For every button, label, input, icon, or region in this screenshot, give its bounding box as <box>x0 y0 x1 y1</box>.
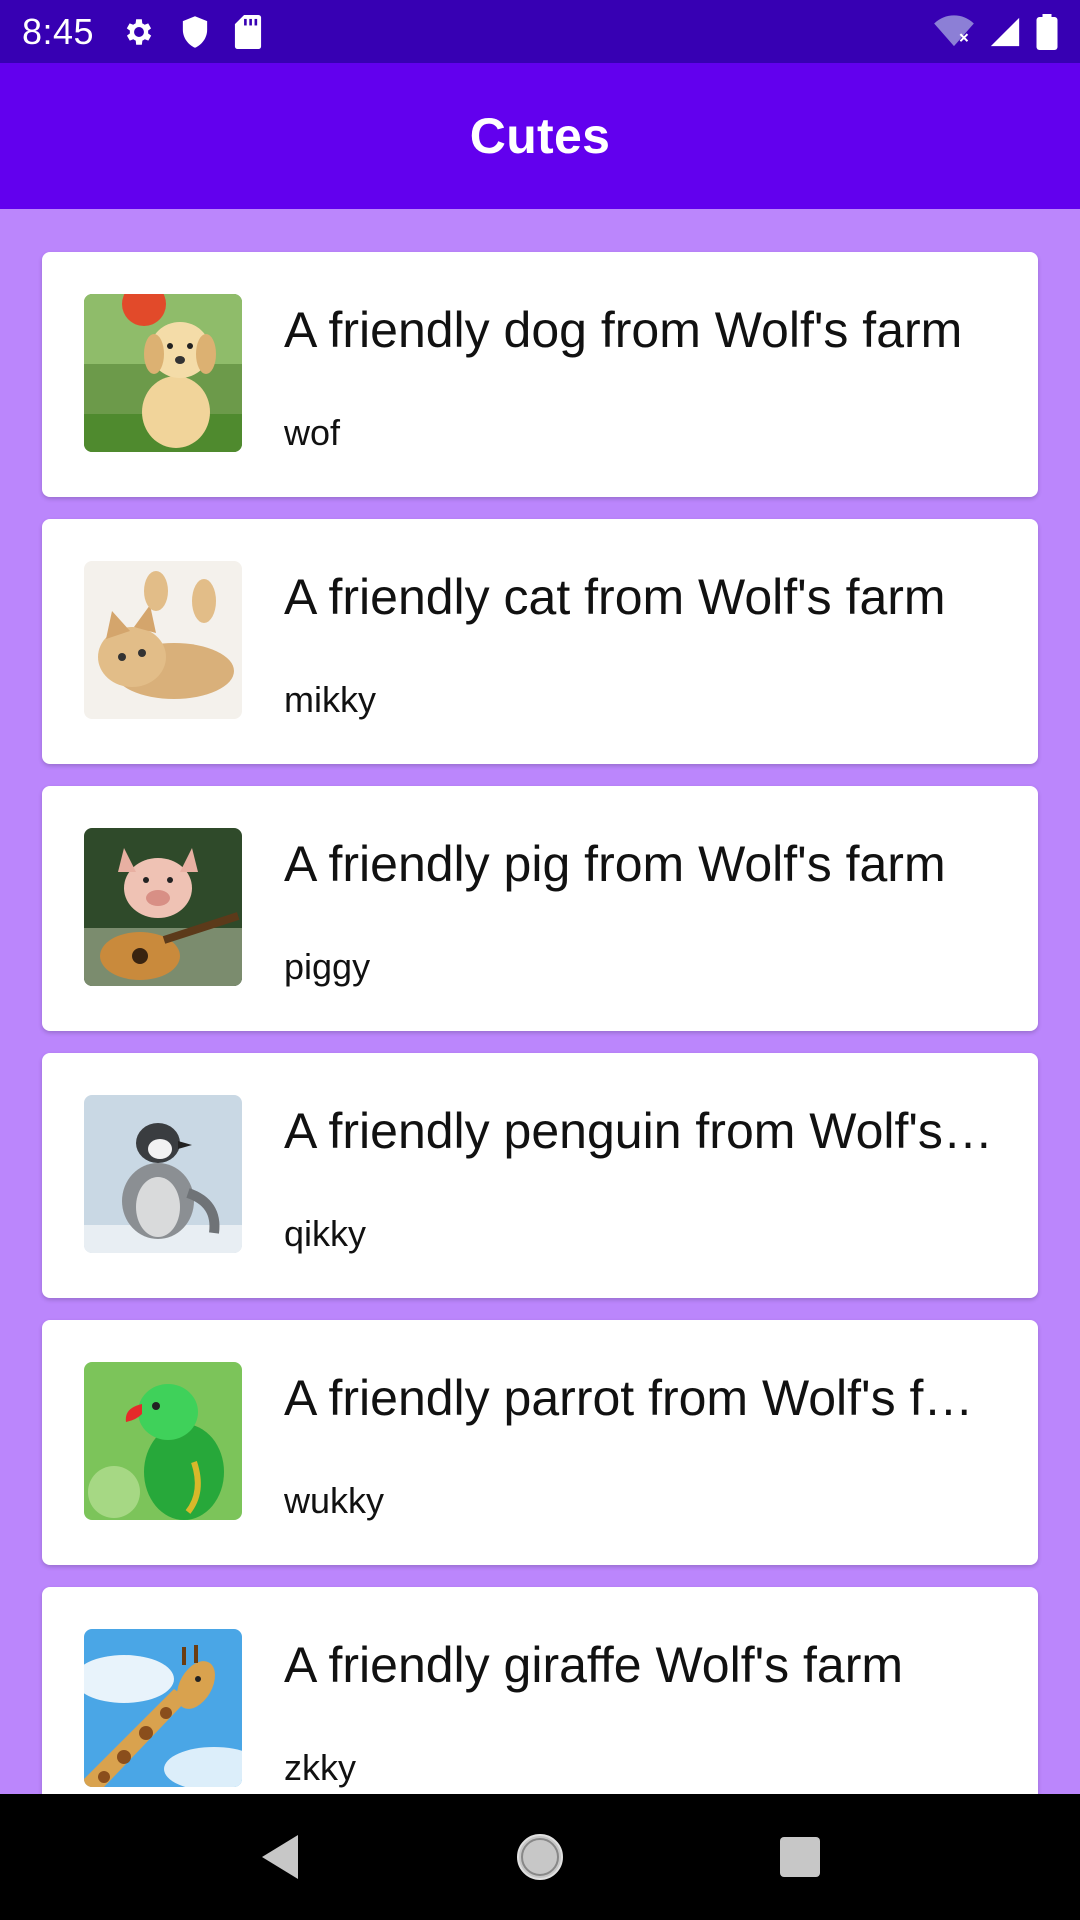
wifi-off-icon <box>934 14 974 49</box>
dog-image <box>84 294 242 452</box>
app-bar: Cutes <box>0 63 1080 209</box>
list-item-cat[interactable]: A friendly cat from Wolf's farm mikky <box>42 519 1038 764</box>
giraffe-image <box>84 1629 242 1787</box>
back-icon[interactable] <box>240 1817 320 1897</box>
status-time: 8:45 <box>22 10 95 52</box>
status-bar: 8:45 <box>0 0 1080 63</box>
sd-card-icon <box>234 14 262 49</box>
list-item-penguin[interactable]: A friendly penguin from Wolf's farm qikk… <box>42 1053 1038 1298</box>
cat-image <box>84 561 242 719</box>
list-item-pig[interactable]: A friendly pig from Wolf's farm piggy <box>42 786 1038 1031</box>
parrot-image <box>84 1362 242 1520</box>
shield-icon <box>180 15 210 49</box>
app-title: Cutes <box>469 108 611 164</box>
item-title: A friendly cat from Wolf's farm <box>284 569 946 625</box>
item-subtitle: piggy <box>284 946 371 987</box>
item-subtitle: wukky <box>284 1480 385 1521</box>
animal-list[interactable]: A friendly dog from Wolf's farm wof A fr… <box>0 209 1080 1794</box>
penguin-image <box>84 1095 242 1253</box>
list-item-parrot[interactable]: A friendly parrot from Wolf's farm wukky <box>42 1320 1038 1565</box>
navigation-bar <box>0 1794 1080 1920</box>
list-item-dog[interactable]: A friendly dog from Wolf's farm wof <box>42 252 1038 497</box>
recents-icon[interactable] <box>760 1817 840 1897</box>
item-title: A friendly pig from Wolf's farm <box>284 836 946 892</box>
home-icon[interactable] <box>500 1817 580 1897</box>
item-subtitle: zkky <box>284 1747 356 1788</box>
item-title: A friendly dog from Wolf's farm <box>284 302 963 358</box>
settings-icon <box>122 15 156 49</box>
item-subtitle: wof <box>284 412 341 453</box>
battery-icon <box>1036 13 1058 50</box>
item-subtitle: mikky <box>284 679 376 720</box>
item-title: A friendly penguin from Wolf's farm <box>284 1103 994 1159</box>
pig-image <box>84 828 242 986</box>
list-item-giraffe[interactable]: A friendly giraffe Wolf's farm zkky <box>42 1587 1038 1794</box>
signal-icon <box>988 15 1022 49</box>
item-subtitle: qikky <box>284 1213 367 1254</box>
item-title: A friendly parrot from Wolf's farm <box>284 1370 994 1426</box>
item-title: A friendly giraffe Wolf's farm <box>284 1637 904 1693</box>
